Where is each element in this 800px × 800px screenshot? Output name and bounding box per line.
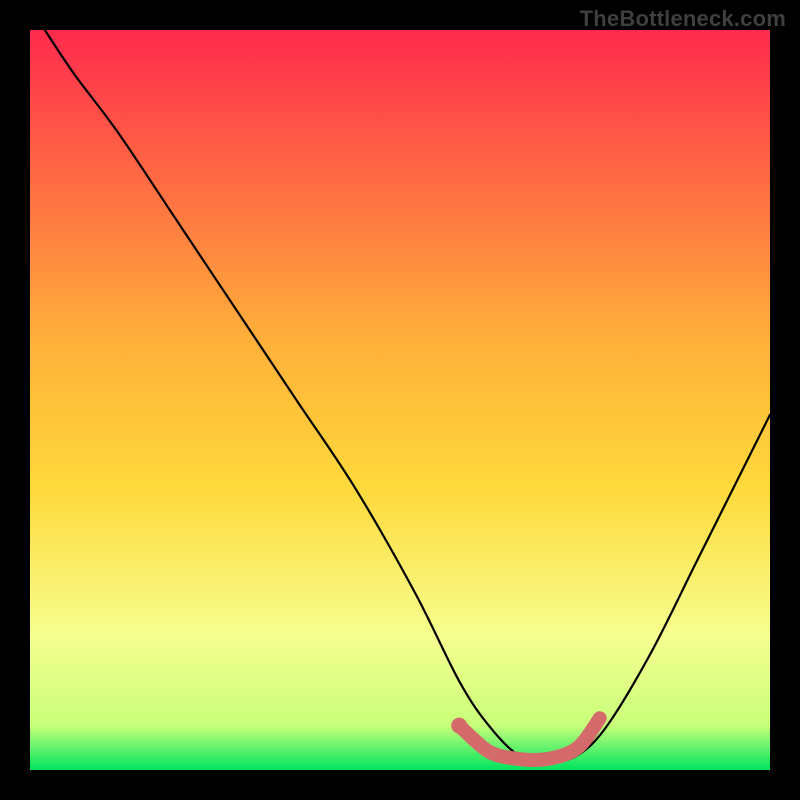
plot-background: [30, 30, 770, 770]
bottleneck-chart: [0, 0, 800, 800]
chart-stage: TheBottleneck.com: [0, 0, 800, 800]
valley-highlight-dot: [451, 718, 467, 734]
watermark-text: TheBottleneck.com: [580, 6, 786, 32]
